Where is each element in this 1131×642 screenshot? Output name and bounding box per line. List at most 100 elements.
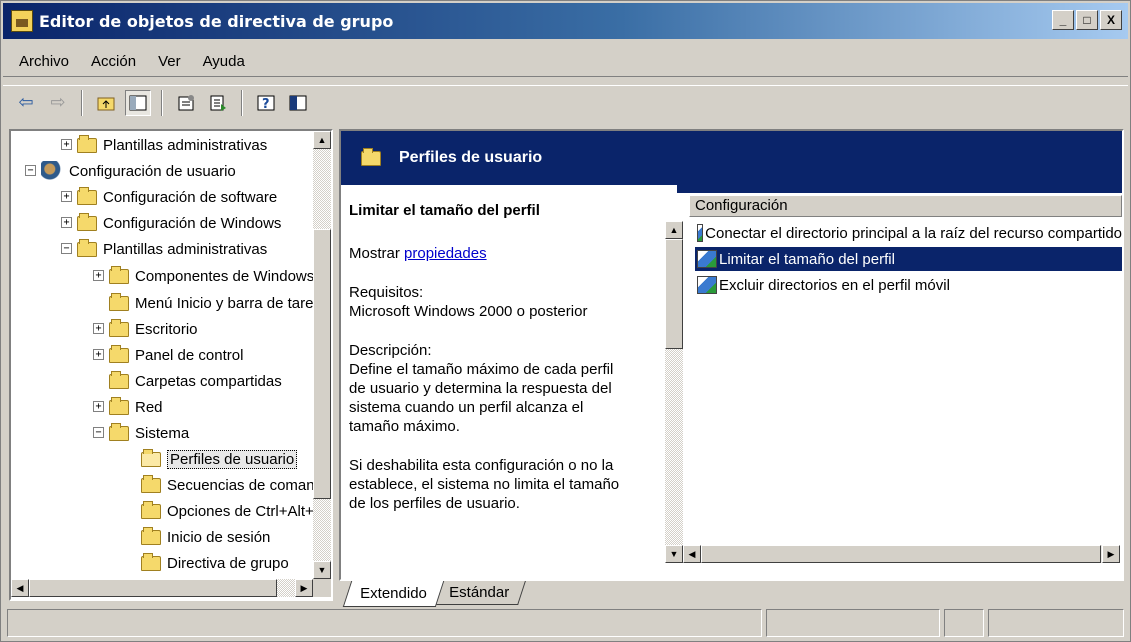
scrollbar-thumb[interactable] [701,545,1101,563]
menu-ayuda[interactable]: Ayuda [203,53,245,70]
window: Editor de objetos de directiva de grupo … [0,0,1131,642]
folder-icon [77,238,97,257]
expand-toggle[interactable]: + [61,139,72,150]
help-icon: ? [257,95,275,112]
show-hide-tree-button[interactable] [125,89,151,116]
expand-toggle[interactable]: + [61,191,72,202]
tree-item-carpetas-compartidas[interactable]: Carpetas compartidas [109,369,282,393]
description-pane: Limitar el tamaño del perfil Mostrar pro… [341,185,663,579]
expand-toggle[interactable]: + [61,217,72,228]
tree-item-directiva-grupo[interactable]: Directiva de grupo [141,551,289,575]
list-horizontal-scrollbar[interactable]: ◀ ▶ [683,545,1120,563]
scroll-left-arrow-icon[interactable]: ◀ [683,545,701,563]
scrollbar-thumb[interactable] [313,229,331,499]
tree-horizontal-scrollbar[interactable]: ◀ ▶ [11,579,313,597]
console-tree[interactable]: + Plantillas administrativas − Configura… [9,129,333,601]
requirements-block: Requisitos: Microsoft Windows 2000 o post… [349,283,663,321]
list-item-selected[interactable]: Limitar el tamaño del perfil [695,247,1122,271]
tab-estandar[interactable]: Estándar [431,581,526,605]
tab-label: Estándar [448,584,509,601]
tree-item-configuracion-usuario[interactable]: Configuración de usuario [41,159,236,183]
tree-item-plantillas-admin-usuario[interactable]: Plantillas administrativas [77,237,267,261]
list-item-label: Conectar el directorio principal a la ra… [705,224,1122,242]
expand-toggle[interactable]: + [93,401,104,412]
expand-toggle[interactable]: + [93,270,104,281]
scroll-up-arrow-icon[interactable]: ▲ [665,221,683,239]
scroll-down-arrow-icon[interactable]: ▼ [665,545,683,563]
export-list-button[interactable] [205,90,231,116]
tree-item-componentes-windows[interactable]: Componentes de Windows [109,264,314,288]
folder-icon [109,318,129,337]
tree-item-label: Plantillas administrativas [103,136,268,154]
list-item[interactable]: Conectar el directorio principal a la ra… [695,221,1122,245]
scrollbar-thumb[interactable] [29,579,277,597]
scroll-right-arrow-icon[interactable]: ▶ [1102,545,1120,563]
folder-icon [109,422,129,441]
expand-toggle[interactable]: + [93,323,104,334]
tree-item-perfiles-usuario[interactable]: Perfiles de usuario [141,447,298,471]
scroll-right-arrow-icon[interactable]: ▶ [295,579,313,597]
menu-accion[interactable]: Acción [91,53,136,70]
toolbar-separator [161,89,163,116]
tree-item-inicio-sesion[interactable]: Inicio de sesión [141,525,270,549]
tree-item-opciones-ctrl[interactable]: Opciones de Ctrl+Alt+Supr [141,499,331,523]
svg-text:?: ? [262,97,270,112]
policy-setting-icon [697,276,717,294]
tree-item-red[interactable]: Red [109,395,163,419]
list-item-label: Excluir directorios en el perfil móvil [719,276,950,294]
collapse-toggle[interactable]: − [61,243,72,254]
tab-extendido[interactable]: Extendido [342,581,444,607]
tree-item-configuracion-software[interactable]: Configuración de software [77,185,277,209]
expand-toggle[interactable]: + [93,349,104,360]
tree-vertical-scrollbar[interactable]: ▲ ▼ [313,131,331,579]
folder-icon [109,344,129,363]
tree-item-menu-inicio[interactable]: Menú Inicio y barra de tareas [109,291,329,315]
status-panel [944,609,984,637]
folder-icon [141,474,161,493]
tree-item-label: Perfiles de usuario [167,449,298,469]
column-header-configuracion[interactable]: Configuración [689,195,1122,217]
description-vertical-scrollbar[interactable]: ▲ ▼ [665,221,683,563]
scroll-down-arrow-icon[interactable]: ▼ [313,561,331,579]
up-one-level-button[interactable] [93,90,119,116]
help-button[interactable]: ? [253,90,279,116]
menu-archivo[interactable]: Archivo [19,53,69,70]
folder-icon [361,147,381,166]
tree-item-label: Directiva de grupo [167,554,289,572]
minimize-button[interactable]: _ [1052,10,1074,30]
show-properties-line: Mostrar propiedades [349,244,663,263]
scroll-left-arrow-icon[interactable]: ◀ [11,579,29,597]
properties-link[interactable]: propiedades [404,245,487,262]
back-button[interactable]: ⇦ [13,90,39,116]
view-tabs: Extendido Estándar [342,581,526,607]
scrollbar-thumb[interactable] [665,239,683,349]
scroll-up-arrow-icon[interactable]: ▲ [313,131,331,149]
tree-item-panel-control[interactable]: Panel de control [109,343,243,367]
folder-icon [77,134,97,153]
tree-item-label: Componentes de Windows [135,267,315,285]
title-bar[interactable]: Editor de objetos de directiva de grupo … [3,3,1128,39]
tree-item-configuracion-windows[interactable]: Configuración de Windows [77,211,281,235]
properties-button[interactable] [173,90,199,116]
status-bar [7,609,1124,637]
forward-button[interactable]: ⇨ [45,90,71,116]
tree-item-label: Plantillas administrativas [103,240,268,258]
folder-icon [141,552,161,571]
user-config-icon [41,161,63,181]
menu-ver[interactable]: Ver [158,53,181,70]
extended-view-button[interactable] [285,90,311,116]
tree-item-escritorio[interactable]: Escritorio [109,317,198,341]
collapse-toggle[interactable]: − [93,427,104,438]
maximize-button[interactable]: □ [1076,10,1098,30]
close-button[interactable]: X [1100,10,1122,30]
back-arrow-icon: ⇦ [18,92,34,112]
settings-list[interactable]: Configuración Conectar el directorio pri… [665,193,1122,579]
list-item[interactable]: Excluir directorios en el perfil móvil [695,273,1122,297]
tree-item-plantillas-admin-equipo[interactable]: Plantillas administrativas [77,133,267,157]
collapse-toggle[interactable]: − [25,165,36,176]
tree-item-secuencias-comandos[interactable]: Secuencias de comandos [141,473,331,497]
folder-icon [141,500,161,519]
details-header-title: Perfiles de usuario [399,149,543,166]
scrollbar-corner [313,579,331,597]
tree-item-sistema[interactable]: Sistema [109,421,189,445]
